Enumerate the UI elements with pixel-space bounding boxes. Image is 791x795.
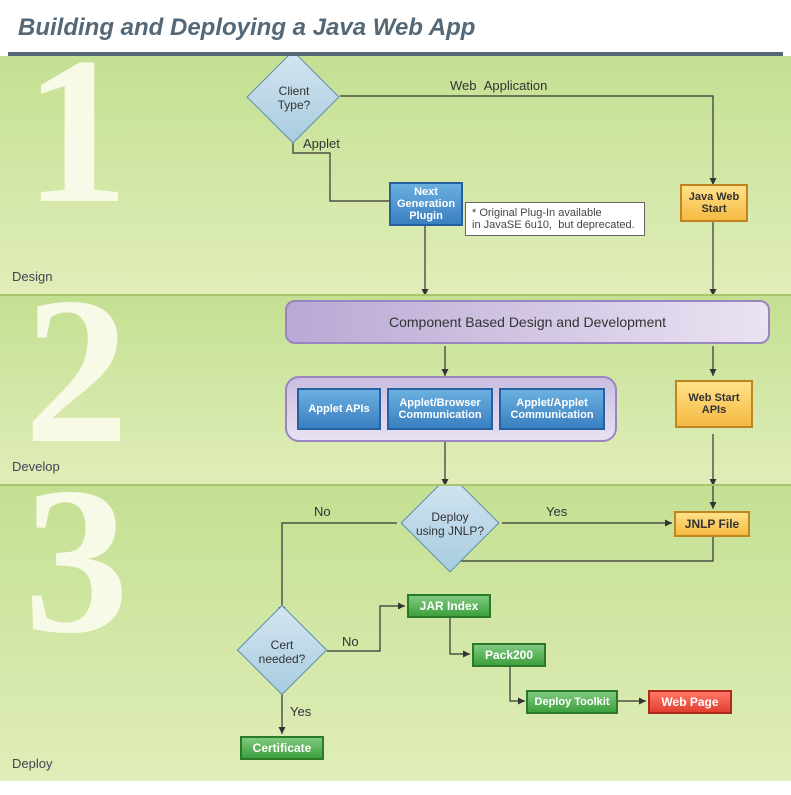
decision-cert-text: Cert needed? xyxy=(242,638,322,666)
group-applet-apis: Applet APIs Applet/Browser Communication… xyxy=(285,376,617,442)
edge-applet: Applet xyxy=(303,136,340,151)
label-yes-1: Yes xyxy=(546,504,567,519)
box-applet-browser: Applet/Browser Communication xyxy=(387,388,493,430)
box-certificate: Certificate xyxy=(240,736,324,760)
box-javaws: Java Web Start xyxy=(680,184,748,222)
stage-develop: 2 Develop Component Based Design and Dev… xyxy=(0,296,791,486)
box-jnlp: JNLP File xyxy=(674,511,750,537)
stage-number-2: 2 xyxy=(24,296,119,476)
label-no-2: No xyxy=(342,634,359,649)
label-yes-2: Yes xyxy=(290,704,311,719)
stage-label-deploy: Deploy xyxy=(12,756,52,771)
stage-number-1: 1 xyxy=(24,56,119,236)
note-plugin: * Original Plug-In available in JavaSE 6… xyxy=(465,202,645,236)
stage-label-design: Design xyxy=(12,269,52,284)
decision-client-type-text: Client Type? xyxy=(254,84,334,112)
box-deploytoolkit: Deploy Toolkit xyxy=(526,690,618,714)
box-nextgen: Next Generation Plugin xyxy=(389,182,463,226)
decision-deploy-jnlp-text: Deploy using JNLP? xyxy=(404,510,496,538)
page-title: Building and Deploying a Java Web App xyxy=(0,0,791,52)
box-jarindex: JAR Index xyxy=(407,594,491,618)
label-no-1: No xyxy=(314,504,331,519)
box-applet-applet: Applet/Applet Communication xyxy=(499,388,605,430)
box-webstart-apis: Web Start APIs xyxy=(675,380,753,428)
box-pack200: Pack200 xyxy=(472,643,546,667)
panel-component: Component Based Design and Development xyxy=(285,300,770,344)
stage-label-develop: Develop xyxy=(12,459,60,474)
stage-design: 1 Design Client Type? Web Application Ap… xyxy=(0,56,791,296)
edge-webapp: Web Application xyxy=(450,78,547,93)
stage-number-3: 3 xyxy=(24,486,119,666)
stage-deploy: 3 Deploy Deploy using JNLP? No Yes JNLP … xyxy=(0,486,791,781)
box-webpage: Web Page xyxy=(648,690,732,714)
box-applet-apis: Applet APIs xyxy=(297,388,381,430)
